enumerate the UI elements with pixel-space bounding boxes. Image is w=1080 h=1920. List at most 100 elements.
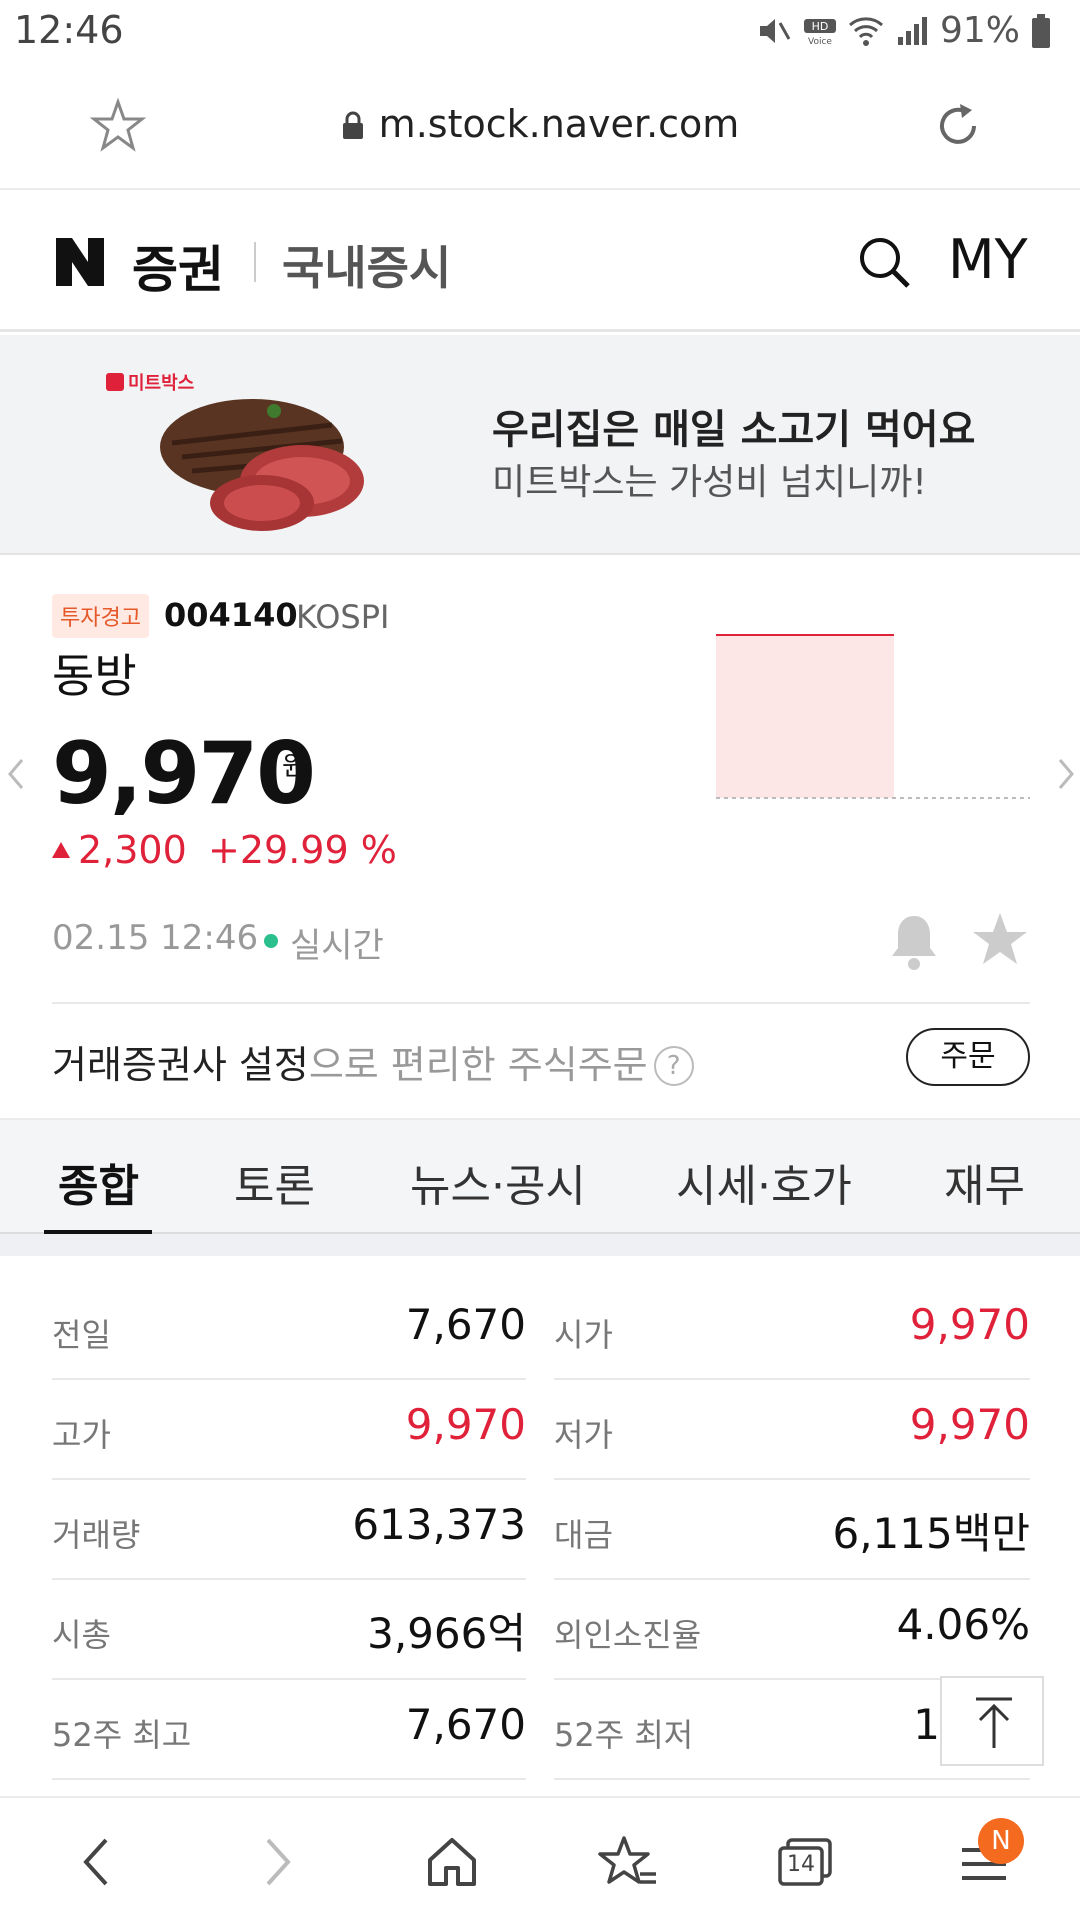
browser-bottom-nav: 14 (0, 1796, 1080, 1920)
value-52w-high: 7,670 (405, 1700, 526, 1749)
broker-setting-bold: 거래증권사 설정 (52, 1043, 309, 1087)
ad-banner[interactable]: 미트박스 우리집은 매일 소고기 먹어요 미트박스는 가성비 넘치니까! (0, 335, 1080, 555)
current-price: 9,970 (52, 724, 316, 824)
label-trading-value: 대금 (554, 1516, 613, 1554)
intraday-mini-chart[interactable] (716, 634, 1030, 804)
label-52w-low: 52주 최저 (554, 1716, 694, 1754)
status-bar: 12:46 HD Voice 91% (0, 0, 1080, 62)
label-prev-close: 전일 (52, 1316, 111, 1354)
naver-n-logo[interactable] (52, 234, 108, 290)
naver-finance-header: 증권 국내증시 MY (0, 190, 1080, 332)
header-divider (254, 242, 256, 282)
value-prev-close: 7,670 (405, 1300, 526, 1349)
price-change: 2,300 (52, 828, 187, 872)
brand-title[interactable]: 증권 (132, 230, 224, 302)
row-divider (554, 1478, 1030, 1480)
battery-icon (1032, 13, 1050, 48)
search-icon[interactable] (856, 234, 912, 290)
value-open: 9,970 (909, 1300, 1030, 1349)
battery-percent: 91% (939, 10, 1020, 51)
label-low: 저가 (554, 1416, 613, 1454)
price-change-value: 2,300 (78, 828, 187, 872)
label-52w-high: 52주 최고 (52, 1716, 192, 1754)
tab-content-gap (0, 1234, 1080, 1256)
row-divider (554, 1778, 1030, 1780)
realtime-dot (264, 934, 278, 948)
tab-financials[interactable]: 재무 (944, 1150, 1025, 1214)
url-field[interactable]: m.stock.naver.com (0, 102, 1080, 146)
value-trading-value: 6,115백만 (832, 1509, 1030, 1558)
row-divider (52, 1778, 526, 1780)
broker-setting-rest: 으로 편리한 주식주문 (308, 1043, 648, 1087)
row-divider (52, 1378, 526, 1380)
order-button[interactable]: 주문 (906, 1028, 1030, 1086)
tab-discussion[interactable]: 토론 (234, 1150, 315, 1214)
value-market-cap: 3,966억 (367, 1609, 526, 1658)
ad-title: 우리집은 매일 소고기 먹어요 (492, 407, 976, 453)
favorite-star-icon[interactable] (970, 910, 1030, 970)
row-divider (554, 1378, 1030, 1380)
label-volume: 거래량 (52, 1516, 141, 1554)
prev-stock-chevron-icon[interactable] (6, 756, 26, 792)
label-high: 고가 (52, 1416, 111, 1454)
status-icons: HD Voice 91% (756, 10, 1052, 51)
tab-quotes[interactable]: 시세·호가 (676, 1150, 852, 1214)
tabs-button[interactable]: 14 (776, 1832, 836, 1892)
quote-datetime: 02.15 12:46 (52, 918, 259, 958)
help-icon[interactable]: ? (653, 1046, 694, 1086)
label-market-cap: 시총 (52, 1616, 111, 1654)
home-icon[interactable] (422, 1832, 482, 1892)
next-stock-chevron-icon[interactable] (1056, 756, 1076, 792)
label-open: 시가 (554, 1316, 613, 1354)
ad-subtitle: 미트박스는 가성비 넘치니까! (492, 462, 927, 503)
value-52w-low: 1 (913, 1700, 940, 1749)
row-divider (554, 1578, 1030, 1580)
value-foreign-ratio: 4.06% (896, 1600, 1030, 1649)
value-low: 9,970 (909, 1400, 1030, 1449)
tabs-count: 14 (787, 1852, 815, 1877)
broker-setting-prompt[interactable]: 거래증권사 설정으로 편리한 주식주문? (52, 1034, 694, 1089)
reload-icon[interactable] (930, 98, 986, 154)
meatbox-mark-icon (106, 373, 124, 391)
mute-icon (759, 18, 791, 43)
summary-table: 전일 7,670 시가 9,970 고가 9,970 저가 9,970 거래량 … (0, 1256, 1080, 1796)
forward-icon[interactable] (246, 1832, 306, 1892)
svg-text:Voice: Voice (808, 37, 832, 47)
my-button[interactable]: MY (948, 228, 1028, 291)
wifi-icon (848, 16, 883, 46)
realtime-label: 실시간 (290, 926, 384, 966)
browser-url-bar: m.stock.naver.com (0, 62, 1080, 190)
menu-new-badge: N (978, 1818, 1024, 1864)
stock-tabs: 종합 토론 뉴스·공시 시세·호가 재무 (0, 1118, 1080, 1235)
price-change-percent: +29.99 % (208, 828, 397, 872)
row-divider (52, 1578, 526, 1580)
bookmarks-star-icon[interactable] (598, 1832, 658, 1892)
scroll-to-top-button[interactable] (940, 1676, 1044, 1766)
lock-icon (342, 111, 363, 139)
steak-image (160, 399, 364, 531)
market-name: KOSPI (296, 598, 390, 636)
investment-warning-badge: 투자경고 (52, 594, 149, 638)
status-time: 12:46 (14, 8, 124, 52)
bell-icon[interactable] (886, 912, 942, 972)
svg-text:HD: HD (812, 20, 829, 33)
row-divider (52, 1478, 526, 1480)
arrow-up-icon (976, 1697, 1012, 1748)
stock-code: 004140 (164, 596, 298, 634)
hd-voice-icon: HD Voice (803, 18, 836, 47)
signal-icon (897, 16, 927, 45)
price-unit: 원 (282, 752, 306, 782)
label-foreign-ratio: 외인소진율 (554, 1616, 702, 1654)
stock-name: 동방 (52, 649, 137, 703)
section-title[interactable]: 국내증시 (282, 232, 451, 298)
value-volume: 613,373 (352, 1500, 526, 1549)
section-divider (52, 1002, 1030, 1004)
back-icon[interactable] (68, 1832, 128, 1892)
url-text: m.stock.naver.com (378, 102, 740, 146)
tab-summary[interactable]: 종합 (58, 1150, 139, 1214)
mini-chart-area (716, 634, 894, 798)
tab-news[interactable]: 뉴스·공시 (410, 1150, 586, 1214)
row-divider (52, 1678, 526, 1680)
up-arrow-icon (52, 842, 70, 858)
value-high: 9,970 (405, 1400, 526, 1449)
